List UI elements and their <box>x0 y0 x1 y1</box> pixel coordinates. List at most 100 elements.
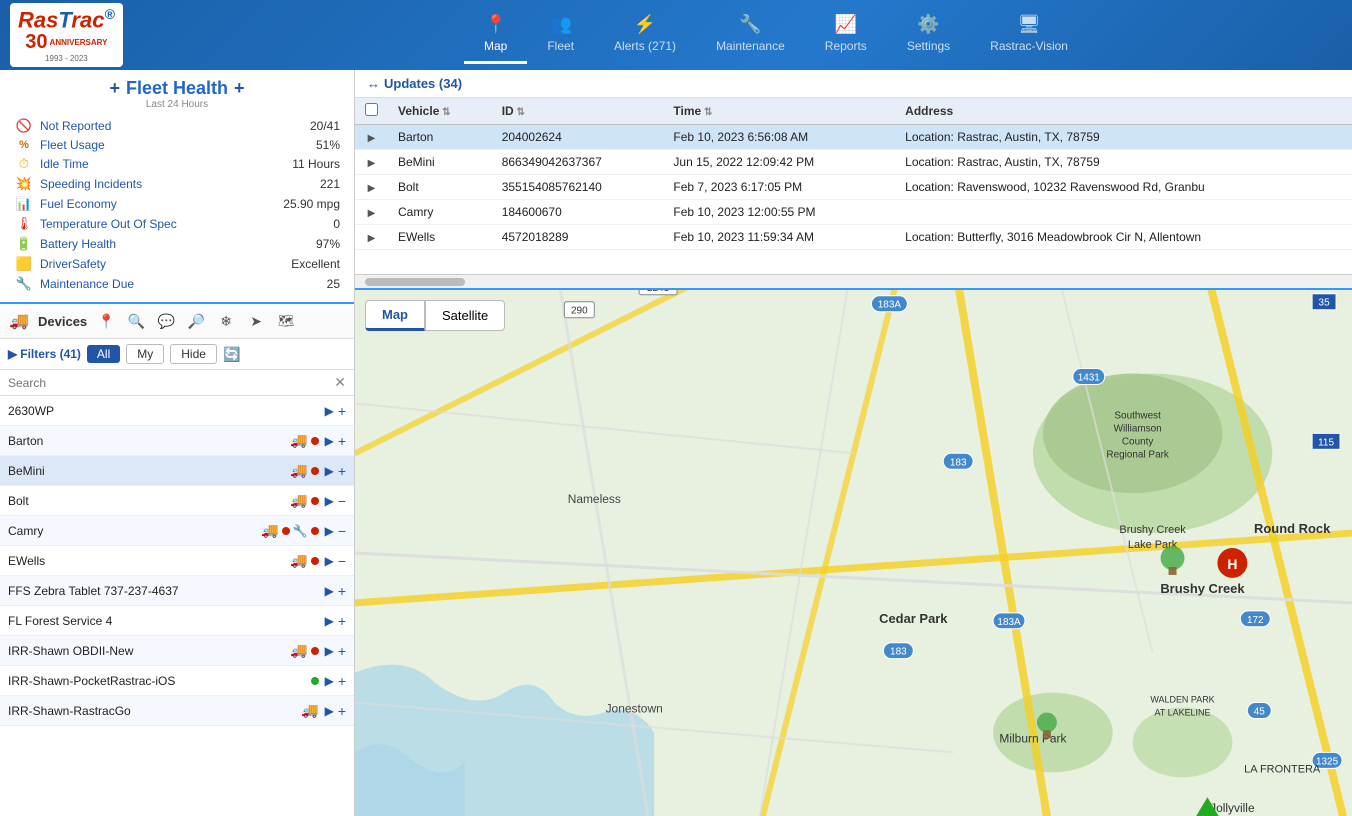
search-circle-icon[interactable]: 🔍 <box>125 310 147 332</box>
vehicle-remove-btn[interactable]: − <box>338 493 346 509</box>
nav-alerts[interactable]: ⚡ Alerts (271) <box>594 6 696 64</box>
health-row-battery[interactable]: 🔋 Battery Health 97% <box>10 234 344 254</box>
vehicle-add-btn[interactable]: + <box>338 673 346 689</box>
vehicle-expand-arrow[interactable]: ▶ <box>325 524 334 538</box>
vehicle-expand-arrow[interactable]: ▶ <box>325 434 334 448</box>
temp-label[interactable]: Temperature Out Of Spec <box>40 217 333 231</box>
vehicle-expand-arrow[interactable]: ▶ <box>325 584 334 598</box>
row-expand-cell[interactable]: ▶ <box>355 125 388 150</box>
battery-label[interactable]: Battery Health <box>40 237 316 251</box>
pin-icon[interactable]: 📍 <box>95 310 117 332</box>
vehicle-item-ewells[interactable]: EWells 🚚 ▶ − <box>0 546 354 576</box>
table-row[interactable]: ▶ BeMini 866349042637367 Jun 15, 2022 12… <box>355 150 1352 175</box>
health-row-fleet-usage[interactable]: % Fleet Usage 51% <box>10 136 344 154</box>
fleet-usage-label[interactable]: Fleet Usage <box>40 138 316 152</box>
row-expand-cell[interactable]: ▶ <box>355 150 388 175</box>
maintenance-label[interactable]: Maintenance Due <box>40 277 327 291</box>
expand-icon[interactable]: ▶ <box>368 133 376 144</box>
expand-icon[interactable]: ▶ <box>368 233 376 244</box>
vehicle-item-fl-forest[interactable]: FL Forest Service 4 ▶ + <box>0 606 354 636</box>
vehicle-add-btn[interactable]: + <box>338 433 346 449</box>
vehicle-expand-arrow[interactable]: ▶ <box>325 614 334 628</box>
updates-table[interactable]: Vehicle ID Time Address ▶ Barton 2040026… <box>355 98 1352 274</box>
table-row[interactable]: ▶ Barton 204002624 Feb 10, 2023 6:56:08 … <box>355 125 1352 150</box>
health-row-maintenance[interactable]: 🔧 Maintenance Due 25 <box>10 274 344 294</box>
col-vehicle[interactable]: Vehicle <box>388 98 492 125</box>
vehicle-expand-arrow[interactable]: ▶ <box>325 404 334 418</box>
vehicle-remove-btn[interactable]: − <box>338 523 346 539</box>
table-row[interactable]: ▶ EWells 4572018289 Feb 10, 2023 11:59:3… <box>355 225 1352 250</box>
nav-rastrac-vision[interactable]: 🖥 Rastrac-Vision <box>970 6 1088 64</box>
fleet-health-plus-right[interactable]: + <box>234 78 245 99</box>
vehicle-expand-arrow[interactable]: ▶ <box>325 644 334 658</box>
expand-icon[interactable]: ▶ <box>368 183 376 194</box>
scrollbar-thumb[interactable] <box>365 278 465 286</box>
vehicle-add-btn[interactable]: + <box>338 463 346 479</box>
row-expand-cell[interactable]: ▶ <box>355 225 388 250</box>
expand-icon[interactable]: ▶ <box>368 208 376 219</box>
vehicle-add-btn[interactable]: + <box>338 613 346 629</box>
filters-label[interactable]: ▶ Filters (41) <box>8 347 81 361</box>
all-filter-button[interactable]: All <box>87 345 120 363</box>
vehicle-item-2630wp[interactable]: 2630WP ▶ + <box>0 396 354 426</box>
col-time[interactable]: Time <box>663 98 895 125</box>
my-filter-button[interactable]: My <box>126 344 164 364</box>
fleet-health-plus-left[interactable]: + <box>109 78 120 99</box>
vehicle-item-ffs[interactable]: FFS Zebra Tablet 737-237-4637 ▶ + <box>0 576 354 606</box>
nav-maintenance[interactable]: 🔧 Maintenance <box>696 6 805 64</box>
health-row-idle-time[interactable]: ⏱ Idle Time 11 Hours <box>10 154 344 174</box>
search-icon[interactable]: 🔎 <box>185 310 207 332</box>
fuel-label[interactable]: Fuel Economy <box>40 197 283 211</box>
vehicle-expand-arrow[interactable]: ▶ <box>325 674 334 688</box>
map-small-icon[interactable]: 🗺 <box>275 310 297 332</box>
vehicle-expand-arrow[interactable]: ▶ <box>325 494 334 508</box>
idle-time-label[interactable]: Idle Time <box>40 157 292 171</box>
vehicle-remove-btn[interactable]: − <box>338 553 346 569</box>
nav-map[interactable]: 📍 Map <box>464 6 527 64</box>
updates-expand-icon[interactable]: ↔ <box>367 76 380 91</box>
expand-icon[interactable]: ▶ <box>368 158 376 169</box>
not-reported-label[interactable]: Not Reported <box>40 119 310 133</box>
health-row-speeding[interactable]: 💥 Speeding Incidents 221 <box>10 174 344 194</box>
refresh-icon[interactable]: 🔄 <box>223 346 240 363</box>
select-all-checkbox[interactable] <box>365 103 378 116</box>
vehicle-item-irr-rastracgo[interactable]: IRR-Shawn-RastracGo 🚚 ▶ + <box>0 696 354 726</box>
map-area[interactable]: Map Satellite <box>355 290 1352 816</box>
vehicle-item-bemini[interactable]: BeMini 🚚 ▶ + <box>0 456 354 486</box>
driver-safety-label[interactable]: DriverSafety <box>40 257 291 271</box>
table-row[interactable]: ▶ Bolt 355154085762140 Feb 7, 2023 6:17:… <box>355 175 1352 200</box>
satellite-tab-button[interactable]: Satellite <box>425 300 505 331</box>
vehicle-item-barton[interactable]: Barton 🚚 ▶ + <box>0 426 354 456</box>
search-clear-icon[interactable]: ✕ <box>334 374 346 391</box>
health-row-fuel[interactable]: 📊 Fuel Economy 25.90 mpg <box>10 194 344 214</box>
health-row-driver-safety[interactable]: 🟨 DriverSafety Excellent <box>10 254 344 274</box>
health-row-not-reported[interactable]: 🚫 Not Reported 20/41 <box>10 116 344 136</box>
vehicle-add-btn[interactable]: + <box>338 583 346 599</box>
vehicle-item-irr-obdii[interactable]: IRR-Shawn OBDII-New 🚚 ▶ + <box>0 636 354 666</box>
horizontal-scrollbar[interactable] <box>355 274 1352 288</box>
chat-icon[interactable]: 💬 <box>155 310 177 332</box>
vehicle-add-btn[interactable]: + <box>338 643 346 659</box>
col-id[interactable]: ID <box>492 98 664 125</box>
map-tab-button[interactable]: Map <box>365 300 425 331</box>
nav-reports[interactable]: 📈 Reports <box>805 6 887 64</box>
speeding-label[interactable]: Speeding Incidents <box>40 177 320 191</box>
row-expand-cell[interactable]: ▶ <box>355 200 388 225</box>
search-input[interactable] <box>8 376 334 390</box>
hide-filter-button[interactable]: Hide <box>170 344 217 364</box>
row-expand-cell[interactable]: ▶ <box>355 175 388 200</box>
table-row[interactable]: ▶ Camry 184600670 Feb 10, 2023 12:00:55 … <box>355 200 1352 225</box>
devices-label[interactable]: Devices <box>38 314 87 329</box>
vehicle-item-camry[interactable]: Camry 🚚 🔧 ▶ − <box>0 516 354 546</box>
vehicle-expand-arrow[interactable]: ▶ <box>325 554 334 568</box>
vehicle-add-btn[interactable]: + <box>338 703 346 719</box>
nav-settings[interactable]: ⚙️ Settings <box>887 6 970 64</box>
vehicle-item-irr-pocket[interactable]: IRR-Shawn-PocketRastrac-iOS ▶ + <box>0 666 354 696</box>
snowflake-icon[interactable]: ❄ <box>215 310 237 332</box>
arrow-icon[interactable]: ➤ <box>245 310 267 332</box>
vehicle-item-bolt[interactable]: Bolt 🚚 ▶ − <box>0 486 354 516</box>
vehicle-expand-arrow[interactable]: ▶ <box>325 704 334 718</box>
nav-fleet[interactable]: 👥 Fleet <box>527 6 594 64</box>
vehicle-add-btn[interactable]: + <box>338 403 346 419</box>
health-row-temp[interactable]: 🌡 Temperature Out Of Spec 0 <box>10 214 344 234</box>
